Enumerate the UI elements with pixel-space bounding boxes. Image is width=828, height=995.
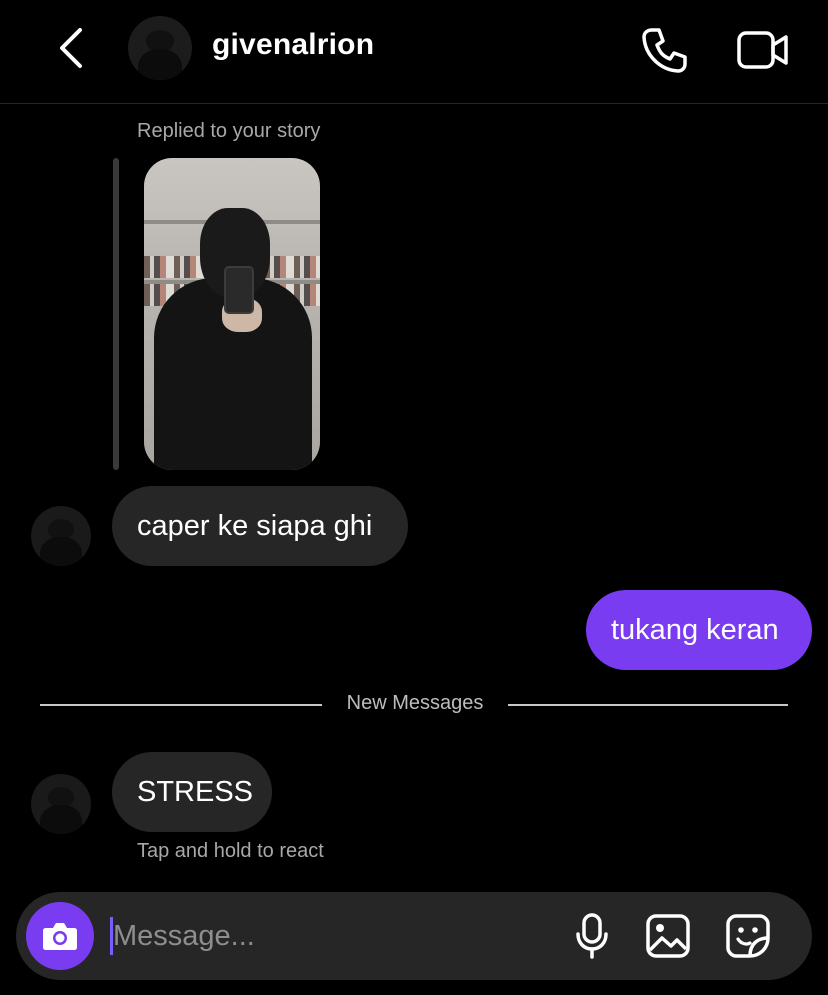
- back-icon[interactable]: [52, 24, 92, 72]
- chat-header: givenalrion: [0, 0, 828, 104]
- sticker-icon[interactable]: [724, 912, 772, 960]
- username[interactable]: givenalrion: [212, 28, 374, 62]
- new-messages-divider: New Messages: [346, 692, 484, 714]
- gallery-icon[interactable]: [644, 912, 692, 960]
- story-thumbnail[interactable]: [144, 158, 320, 470]
- divider-line-left: [40, 704, 322, 706]
- microphone-icon[interactable]: [574, 912, 610, 960]
- video-camera-icon[interactable]: [736, 28, 790, 72]
- outgoing-message[interactable]: tukang keran: [586, 590, 812, 670]
- sender-avatar[interactable]: [31, 774, 91, 834]
- camera-button[interactable]: [26, 902, 94, 970]
- react-hint: Tap and hold to react: [137, 840, 324, 862]
- profile-avatar[interactable]: [128, 16, 192, 80]
- story-reply-label: Replied to your story: [137, 120, 321, 142]
- camera-icon: [43, 923, 77, 950]
- message-input[interactable]: [113, 914, 553, 958]
- reply-indicator-bar: [113, 158, 119, 470]
- incoming-message[interactable]: caper ke siapa ghi: [112, 486, 408, 566]
- incoming-message[interactable]: STRESS: [112, 752, 272, 832]
- sender-avatar[interactable]: [31, 506, 91, 566]
- divider-line-right: [508, 704, 788, 706]
- phone-icon[interactable]: [640, 26, 688, 74]
